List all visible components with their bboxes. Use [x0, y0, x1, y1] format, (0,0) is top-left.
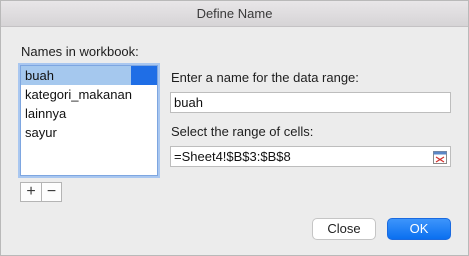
- name-input[interactable]: buah: [170, 92, 451, 113]
- add-remove-buttons: + −: [20, 182, 62, 202]
- name-field-label: Enter a name for the data range:: [171, 70, 359, 85]
- close-button[interactable]: Close: [312, 218, 376, 240]
- list-item-sayur[interactable]: sayur: [21, 123, 157, 142]
- remove-name-button[interactable]: −: [41, 183, 61, 201]
- range-input[interactable]: =Sheet4!$B$3:$B$8: [170, 146, 451, 167]
- names-list[interactable]: buah kategori_makanan lainnya sayur: [20, 65, 158, 176]
- names-list-label: Names in workbook:: [21, 44, 139, 59]
- list-item-label: sayur: [25, 125, 57, 140]
- define-name-dialog: Define Name Names in workbook: buah kate…: [0, 0, 469, 256]
- list-item-label: lainnya: [25, 106, 67, 121]
- range-field-label: Select the range of cells:: [171, 124, 314, 139]
- list-item-label: buah: [25, 68, 54, 83]
- window-title: Define Name: [1, 1, 468, 27]
- selection-accent: [131, 66, 157, 85]
- list-item-buah[interactable]: buah: [21, 66, 157, 85]
- list-item-label: kategori_makanan: [25, 87, 132, 102]
- ok-button[interactable]: OK: [387, 218, 451, 240]
- list-item-kategori-makanan[interactable]: kategori_makanan: [21, 85, 157, 104]
- list-item-lainnya[interactable]: lainnya: [21, 104, 157, 123]
- range-input-value: =Sheet4!$B$3:$B$8: [174, 149, 291, 164]
- collapse-range-icon[interactable]: [433, 150, 447, 164]
- add-name-button[interactable]: +: [21, 183, 41, 201]
